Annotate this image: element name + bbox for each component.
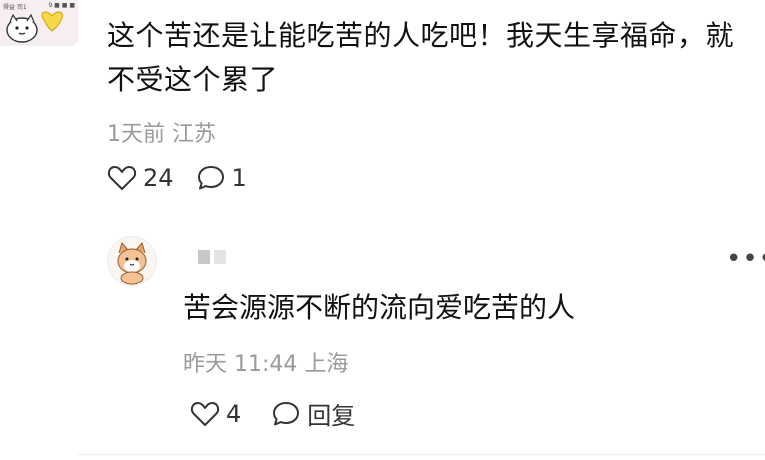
comment-bubble-icon [197, 166, 224, 190]
divider [78, 454, 765, 455]
avatar[interactable]: 得益 司1 9 ■ ■ ■ [0, 0, 78, 46]
reply-actions: 4 回复 [190, 396, 355, 431]
like-count: 24 [143, 164, 174, 192]
comment-bubble-icon [273, 401, 300, 425]
heart-icon [190, 401, 220, 426]
reply-count: 1 [231, 164, 247, 192]
reply-text: 苦会源源不断的流向爱吃苦的人 [183, 291, 576, 324]
reply-like-button[interactable]: 4 [190, 400, 241, 428]
reply-username-redacted[interactable] [198, 250, 226, 264]
comment-location: 江苏 [172, 122, 217, 147]
like-button[interactable]: 24 [107, 164, 174, 192]
reply-location: 上海 [304, 352, 349, 377]
reply-avatar[interactable] [107, 236, 157, 286]
comment-meta: 1天前 江苏 [107, 116, 216, 148]
reply-meta: 昨天 11:44 上海 [183, 346, 348, 378]
comment-actions: 24 1 [107, 164, 247, 192]
comment-time: 1天前 [107, 122, 165, 147]
reply-button[interactable]: 1 [196, 164, 247, 192]
avatar-illustration [6, 11, 63, 43]
comment-text: 这个苦还是让能吃苦的人吃吧！我天生享福命，就不受这个累了 [107, 19, 735, 96]
reply-label: 回复 [307, 402, 356, 430]
more-horizontal-icon[interactable]: ••• [726, 244, 765, 274]
heart-icon [107, 166, 137, 190]
reply-reply-button[interactable]: 回复 [271, 396, 355, 431]
cat-avatar-illustration [117, 241, 147, 285]
reply-time: 昨天 11:44 [183, 352, 298, 377]
reply-like-count: 4 [226, 399, 242, 428]
